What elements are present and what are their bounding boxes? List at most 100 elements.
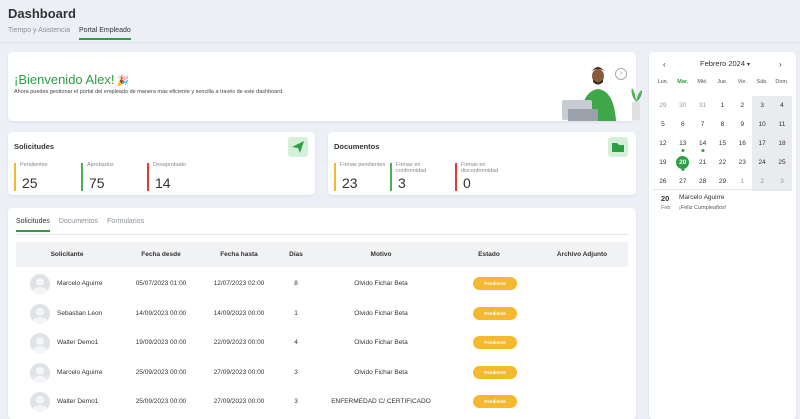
weekday-label: Sáb. [756,79,768,85]
documentos-title: Documentos [334,142,380,151]
table-row[interactable]: Marcelo Aguirre 05/07/2023 01:00 12/07/202… [16,269,628,298]
metric-firmas-disconformidad: Firmas en disconformidad 0 [455,162,517,191]
status-badge[interactable]: Pendiente [473,277,517,290]
table-row[interactable]: Walter Demo1 25/09/2023 00:00 27/09/2023 0… [16,387,628,416]
tab-tiempo-asistencia[interactable]: Tiempo y Asistencia [8,27,70,40]
cell-from: 25/09/2023 00:00 [135,398,187,405]
cell-from: 14/09/2023 00:00 [135,309,187,317]
calendar-day[interactable]: 10 [752,115,773,134]
next-month-button[interactable]: › [779,60,782,69]
weekday-label: Jue. [717,79,728,85]
table-row[interactable]: Marcelo Aguirre 25/09/2023 00:00 27/09/202… [16,358,628,387]
calendar-day[interactable]: 18 [772,134,792,153]
calendar-day[interactable]: 14 [693,134,713,153]
cell-to: 27/09/2023 00:00 [213,398,265,405]
event-dot [681,149,685,152]
calendar-card: ‹ Febrero 2024 ▾ › Lun. Mar. Mié. Jue. Vie. S… [649,52,796,419]
calendar-day[interactable]: 22 [713,153,733,172]
calendar-day[interactable]: 31 [693,96,713,115]
table-row[interactable]: Walter Demo1 19/09/2023 00:00 22/09/2023 0… [16,328,628,357]
weekday-label: Mié. [697,79,708,85]
cell-from: 19/09/2023 00:00 [135,339,187,346]
status-badge[interactable]: Pendiente [473,336,517,349]
col-motivo[interactable]: Motivo [371,251,392,258]
tabs-divider [0,42,800,43]
employee-illustration [562,67,642,121]
welcome-card: ¡Bienvenido Alex! 🎉 Ahora puedes gestiona… [8,52,642,121]
avatar [30,274,50,294]
calendar-day[interactable]: 16 [732,134,752,153]
tab-solicitudes[interactable]: Solicitudes [16,218,50,232]
solicitudes-title: Solicitudes [14,142,55,151]
metric-pendientes: Pendientes 25 [14,162,48,191]
calendar-day[interactable]: 6 [673,115,693,134]
calendar-day[interactable]: 13 [673,134,693,153]
calendar-day[interactable]: 24 [752,153,773,172]
calendar-day[interactable]: 12 [653,134,673,153]
weekday-label: Vie. [737,79,747,85]
solicitudes-card: Solicitudes Pendientes 25 Aprobados 75 D… [8,132,315,195]
metric-firmas-conformidad: Firmas en conformidad 3 [390,162,448,191]
cell-days: 8 [294,280,298,287]
status-badge[interactable]: Pendiente [473,365,517,379]
col-fecha-hasta[interactable]: Fecha hasta [220,251,258,258]
calendar-day[interactable]: 8 [713,115,733,134]
calendar-day[interactable]: 9 [732,115,752,134]
chevron-down-icon[interactable]: ▾ [747,61,750,68]
cell-to: 22/09/2023 00:00 [213,339,265,346]
calendar-day[interactable]: 30 [673,96,693,115]
cell-reason: Olvido Fichar Beta [354,280,408,287]
event-day: 20 [661,194,670,203]
cell-reason: ENFERMEDAD C/ CERTIFICADO [331,398,431,405]
welcome-subtitle: Ahora puedes gestionar el portal del emp… [14,89,284,95]
col-estado[interactable]: Estado [478,251,500,258]
avatar [30,303,50,324]
calendar-day[interactable]: 4 [772,96,792,115]
calendar-event[interactable]: 20 Feb Marcelo Aguirre ¡Feliz Cumpleaños… [653,189,792,215]
calendar-day[interactable]: 25 [772,153,792,172]
col-fecha-desde[interactable]: Fecha desde [141,251,180,258]
calendar-day[interactable]: 5 [653,115,673,134]
calendar-day[interactable]: 1 [713,96,733,115]
requester-name: Walter Demo1 [57,398,99,405]
calendar-day[interactable]: 2 [732,96,752,115]
col-archivo[interactable]: Archivo Adjunto [557,251,607,258]
calendar-day[interactable]: 3 [752,96,773,115]
calendar-day[interactable]: 19 [653,153,673,172]
calendar-day-today[interactable]: 20 [673,153,693,172]
col-solicitante[interactable]: Solicitante [51,251,84,258]
folder-icon [608,137,628,157]
cell-days: 3 [294,368,298,376]
calendar-day[interactable]: 15 [713,134,733,153]
requester-name: Marcelo Aguirre [57,368,103,376]
tab-portal-empleado[interactable]: Portal Empleado [79,27,131,40]
cell-days: 1 [294,309,298,317]
tabs-divider [16,234,628,235]
calendar-day[interactable]: 17 [752,134,773,153]
calendar-month[interactable]: Febrero 2024 [649,59,796,68]
tab-documentos[interactable]: Documentos [59,218,98,232]
tab-formularios[interactable]: Formularios [107,218,144,232]
send-icon [288,137,308,157]
status-badge[interactable]: Pendiente [473,306,517,320]
cell-from: 05/07/2023 01:00 [135,280,187,287]
cell-from: 25/09/2023 00:00 [135,368,187,376]
status-badge[interactable]: Pendiente [473,395,517,408]
col-dias[interactable]: Días [289,251,303,258]
calendar-day[interactable]: 29 [653,96,673,115]
calendar-day[interactable]: 21 [693,153,713,172]
cell-to: 12/07/2023 02:00 [213,280,265,287]
cell-to: 27/09/2023 00:00 [213,368,265,376]
party-icon: 🎉 [116,76,129,87]
welcome-title: ¡Bienvenido Alex! 🎉 [14,72,129,87]
table-row[interactable]: Sebastian Leon 14/09/2023 00:00 14/09/2023… [16,299,628,328]
weekday-label: Dom. [775,79,789,85]
calendar-day[interactable]: 23 [732,153,752,172]
calendar-day[interactable]: 7 [693,115,713,134]
requests-tabs: Solicitudes Documentos Formularios [16,218,153,232]
avatar [30,333,50,353]
requester-name: Walter Demo1 [57,339,99,346]
close-icon[interactable]: › [615,68,627,80]
documentos-card: Documentos Firmas pendientes 23 Firmas e… [328,132,636,195]
calendar-day[interactable]: 11 [772,115,792,134]
